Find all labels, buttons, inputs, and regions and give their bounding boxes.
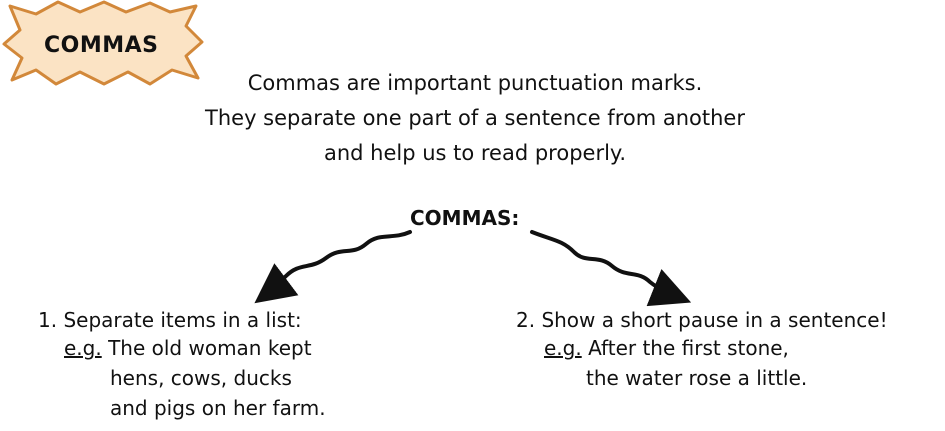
point-title: 1. Separate items in a list: <box>38 308 302 332</box>
example-line: hens, cows, ducks <box>110 366 292 390</box>
right-wavy-arrow <box>530 230 692 307</box>
example-line: the water rose a little. <box>586 366 808 390</box>
example-line: e.g. The old woman kept <box>64 334 312 362</box>
eg-label: e.g. <box>64 336 102 360</box>
example-line: and pigs on her farm. <box>110 396 326 420</box>
example-line: e.g. After the first stone, <box>544 334 789 362</box>
point-title: 2. Show a short pause in a sentence! <box>516 308 888 332</box>
example-text: The old woman kept <box>108 336 312 360</box>
eg-label: e.g. <box>544 336 582 360</box>
left-wavy-arrow <box>254 230 412 304</box>
example-text: After the first stone, <box>588 336 789 360</box>
